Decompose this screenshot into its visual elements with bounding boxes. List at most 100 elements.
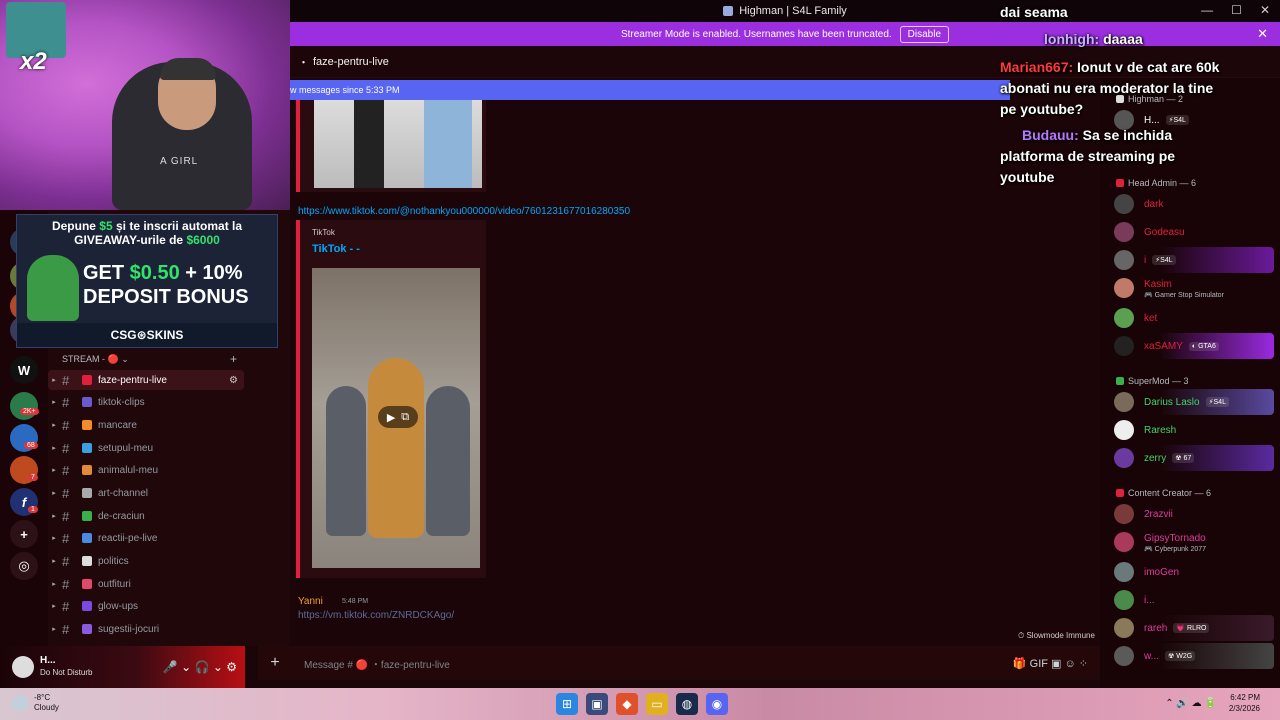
csgoskins-ad[interactable]: Depune $5 și te inscrii automat la GIVEA…: [16, 214, 278, 348]
tiktok-link[interactable]: https://www.tiktok.com/@nothankyou000000…: [298, 206, 630, 217]
channel-emoji-icon: [82, 556, 92, 566]
overlay-line: abonati nu era moderator la tine: [1000, 80, 1214, 96]
composer-tools[interactable]: 🎁 GIF ▣ ☺ ⁘: [1013, 657, 1088, 670]
member-item[interactable]: w... ☢ W2G: [1114, 644, 1274, 668]
hash-icon: #: [62, 530, 70, 546]
ad-headline: Depune $5 și te inscrii automat la GIVEA…: [17, 219, 277, 247]
overlay-user: Budauu:: [1022, 127, 1079, 143]
close-window-button[interactable]: ✕: [1260, 3, 1270, 17]
user-controls[interactable]: 🎤 ⌄ 🎧 ⌄ ⚙: [163, 660, 237, 674]
avatar: [1114, 194, 1134, 214]
close-banner-icon[interactable]: ✕: [1257, 26, 1268, 42]
overlay-message: daaaa: [1099, 31, 1143, 47]
channel-item[interactable]: ▸ # reactii-pe-live: [48, 528, 244, 548]
minimize-button[interactable]: —: [1201, 3, 1213, 17]
member-item[interactable]: Kasim 🎮 Gamer Stop Simulator: [1114, 276, 1274, 300]
overlay-line: dai seama: [1000, 4, 1068, 20]
steam-icon[interactable]: ◍: [676, 693, 698, 715]
window-controls: — ☐ ✕: [1201, 3, 1270, 17]
member-item[interactable]: xaSAMY ◐ GTA6: [1114, 334, 1274, 358]
channel-item[interactable]: ▸ # faze-pentru-live ⚙: [48, 370, 244, 390]
channel-name: art-channel: [98, 487, 149, 499]
channel-item[interactable]: ▸ # glow-ups: [48, 596, 244, 616]
member-group-header: Content Creator — 6: [1116, 488, 1211, 498]
ad-amount: $0.50: [129, 262, 180, 284]
member-item[interactable]: 2razvii: [1114, 502, 1274, 526]
channel-name: animalul-meu: [98, 464, 159, 476]
channel-item[interactable]: ▸ # art-channel: [48, 483, 244, 503]
unread-badge: 68: [24, 442, 38, 449]
new-messages-bar[interactable]: w messages since 5:33 PM: [290, 80, 1010, 100]
member-item[interactable]: Darius Laslo ⚡S4L: [1114, 390, 1274, 414]
member-item[interactable]: Raresh: [1114, 418, 1274, 442]
discord-icon[interactable]: ◉: [706, 693, 728, 715]
message-link[interactable]: https://vm.tiktok.com/ZNRDCKAgo/: [298, 610, 454, 621]
member-item[interactable]: dark: [1114, 192, 1274, 216]
overlay-user: lonhigh:: [1044, 31, 1100, 47]
channel-settings-icon[interactable]: ⚙: [229, 375, 238, 386]
ad-bonus: GET $0.50 + 10% DEPOSIT BONUS: [83, 261, 249, 309]
create-channel-button[interactable]: +: [230, 352, 237, 366]
streamer-webcam: x2 A GIRL: [0, 0, 290, 210]
user-name-block[interactable]: H... Do Not Disturb: [40, 655, 92, 679]
channel-item[interactable]: ▸ # tiktok-clips: [48, 392, 244, 412]
browser-icon[interactable]: ◆: [616, 693, 638, 715]
member-item[interactable]: Godeasu: [1114, 220, 1274, 244]
disable-streamer-mode-button[interactable]: Disable: [899, 25, 950, 43]
hash-icon: #: [62, 576, 70, 592]
hash-icon: #: [62, 485, 70, 501]
member-name: H...: [1144, 114, 1160, 126]
channel-item[interactable]: ▸ # animalul-meu: [48, 460, 244, 480]
member-item[interactable]: GipsyTornado 🎮 Cyberpunk 2077: [1114, 530, 1274, 554]
windows-taskbar: -8°C Cloudy ⊞ ▣ ◆ ▭ ◍ ◉ ⌃ 🔊 ☁ 🔋 6:42 PM …: [0, 688, 1280, 720]
play-video-button[interactable]: ▶ ⧉: [378, 406, 418, 428]
start-icon[interactable]: ⊞: [556, 693, 578, 715]
channel-item[interactable]: ▸ # de-craciun: [48, 506, 244, 526]
tray-icons[interactable]: ⌃ 🔊 ☁ 🔋: [1165, 698, 1217, 709]
member-tag: ⚡S4L: [1205, 397, 1229, 407]
chevron-right-icon: ▸: [52, 490, 56, 497]
avatar[interactable]: [12, 656, 34, 678]
channel-item[interactable]: ▸ # setupul-meu: [48, 438, 244, 458]
member-item[interactable]: i ⚡S4L: [1114, 248, 1274, 272]
embed-image-top[interactable]: [314, 100, 482, 188]
member-item[interactable]: rareh 💗 RLRO: [1114, 616, 1274, 640]
overlay-line: Budauu: Sa se inchida: [1000, 125, 1172, 146]
task-view-icon[interactable]: ▣: [586, 693, 608, 715]
member-item[interactable]: i...: [1114, 588, 1274, 612]
discover-icon[interactable]: ◎: [10, 552, 38, 580]
add-server-button[interactable]: +: [10, 520, 38, 548]
add-attachment-button[interactable]: +: [266, 654, 284, 672]
server-w[interactable]: W: [10, 356, 38, 384]
hash-icon: #: [62, 394, 70, 410]
member-item[interactable]: imoGen: [1114, 560, 1274, 584]
channel-item[interactable]: ▸ # outfituri: [48, 574, 244, 594]
message-author[interactable]: Yanni: [298, 596, 323, 607]
member-name: 2razvii: [1144, 508, 1173, 520]
maximize-button[interactable]: ☐: [1231, 3, 1242, 17]
message-composer[interactable]: + Message # 🔴 ・faze-pentru-live 🎁 GIF ▣ …: [258, 646, 1100, 680]
message-input[interactable]: Message # 🔴 ・faze-pentru-live: [304, 656, 450, 671]
channel-name: sugestii-jocuri: [98, 623, 160, 635]
embed-video-thumbnail[interactable]: ▶ ⧉: [312, 268, 480, 568]
avatar: [1114, 646, 1134, 666]
member-item[interactable]: ket: [1114, 306, 1274, 330]
member-item[interactable]: zerry ☢ 67: [1114, 446, 1274, 470]
embed-title[interactable]: TikTok - -: [312, 243, 360, 255]
channel-item[interactable]: ▸ # politics: [48, 551, 244, 571]
channel-item[interactable]: ▸ # mancare: [48, 415, 244, 435]
weather-condition: Cloudy: [34, 703, 59, 712]
chevron-right-icon: ▸: [52, 603, 56, 610]
system-tray: ⌃ 🔊 ☁ 🔋 6:42 PM 2/3/2026: [1165, 692, 1260, 714]
clock[interactable]: 6:42 PM 2/3/2026: [1229, 692, 1260, 714]
weather-widget[interactable]: -8°C Cloudy: [12, 693, 59, 713]
group-label: SuperMod — 3: [1128, 376, 1189, 386]
ad-text: și te inscrii automat la: [112, 219, 243, 233]
file-explorer-icon[interactable]: ▭: [646, 693, 668, 715]
category-stream[interactable]: STREAM - 🔴 ⌄: [62, 354, 129, 365]
channel-item[interactable]: ▸ # sugestii-jocuri: [48, 619, 244, 639]
server-icon[interactable]: [10, 392, 38, 420]
streamer-cap: [160, 58, 216, 80]
role-icon: [1116, 377, 1124, 385]
avatar: [1114, 336, 1134, 356]
